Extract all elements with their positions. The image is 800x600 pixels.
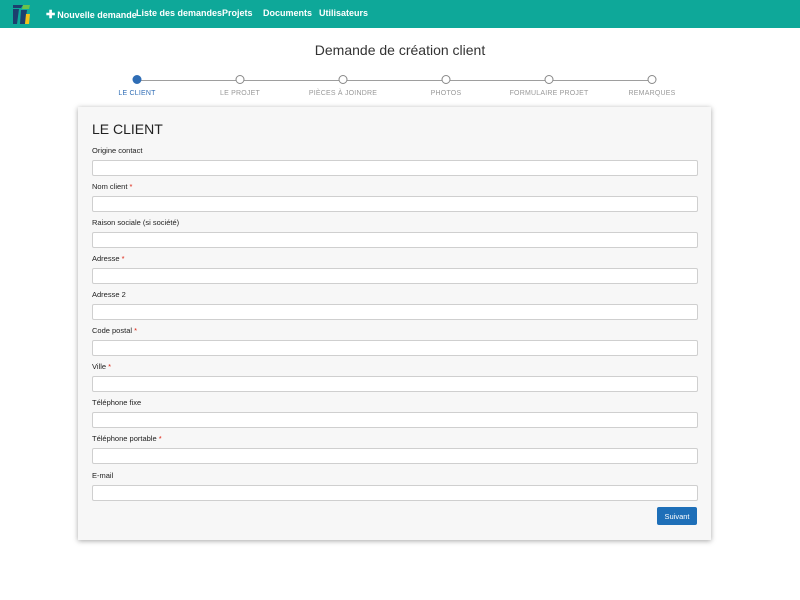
form-section-title: LE CLIENT — [92, 121, 163, 137]
nav-users[interactable]: Utilisateurs — [319, 8, 368, 18]
step-dot-remarks[interactable] — [647, 75, 657, 84]
origin-contact-input[interactable] — [92, 160, 698, 176]
nav-request-list[interactable]: Liste des demandes — [136, 8, 222, 18]
required-marker: * — [108, 362, 112, 371]
client-name-input[interactable] — [92, 196, 698, 212]
app-logo-icon[interactable] — [11, 5, 31, 24]
step-label-project-form[interactable]: FORMULAIRE PROJET — [510, 90, 589, 97]
required-marker: * — [158, 434, 162, 443]
required-marker: * — [129, 182, 133, 191]
email-label: E-mail — [92, 471, 114, 480]
landline-label: Téléphone fixe — [92, 398, 142, 407]
email-input[interactable] — [92, 485, 698, 501]
next-button[interactable]: Suivant — [657, 507, 697, 525]
postal-code-input[interactable] — [92, 340, 698, 356]
page-title: Demande de création client — [314, 42, 486, 58]
step-label-remarks[interactable]: REMARQUES — [629, 90, 676, 97]
mobile-input[interactable] — [92, 448, 698, 464]
required-marker: * — [134, 326, 138, 335]
nav-documents[interactable]: Documents — [263, 8, 312, 18]
step-dot-attachments[interactable] — [338, 75, 348, 84]
postal-code-label: Code postal * — [92, 326, 138, 335]
stepper-line — [137, 79, 652, 81]
city-input[interactable] — [92, 376, 698, 392]
mobile-label: Téléphone portable * — [92, 434, 162, 443]
wizard-stepper: LE CLIENT LE PROJET PIÈCES À JOINDRE PHO… — [0, 74, 800, 104]
step-dot-project-form[interactable] — [544, 75, 554, 84]
nav-new-request[interactable]: ✚ Nouvelle demande — [46, 8, 137, 21]
step-dot-photos[interactable] — [441, 75, 451, 84]
address-input[interactable] — [92, 268, 698, 284]
required-marker: * — [121, 254, 125, 263]
step-dot-project[interactable] — [235, 75, 245, 84]
company-name-input[interactable] — [92, 232, 698, 248]
step-label-attachments[interactable]: PIÈCES À JOINDRE — [309, 90, 377, 97]
company-name-label: Raison sociale (si société) — [92, 218, 180, 227]
address-label: Adresse * — [92, 254, 125, 263]
address2-label: Adresse 2 — [92, 290, 126, 299]
step-dot-client[interactable] — [132, 75, 142, 84]
client-name-label: Nom client * — [92, 182, 133, 191]
city-label: Ville * — [92, 362, 112, 371]
plus-icon: ✚ — [46, 9, 56, 21]
step-label-client[interactable]: LE CLIENT — [118, 90, 155, 97]
step-label-project[interactable]: LE PROJET — [220, 90, 260, 97]
origin-contact-label: Origine contact — [92, 146, 143, 155]
step-label-photos[interactable]: PHOTOS — [431, 90, 462, 97]
address2-input[interactable] — [92, 304, 698, 320]
client-form-card: LE CLIENT Origine contact Nom client * R… — [78, 107, 711, 540]
top-navbar: ✚ Nouvelle demande Liste des demandes Pro… — [0, 0, 800, 28]
landline-input[interactable] — [92, 412, 698, 428]
nav-projects[interactable]: Projets — [222, 8, 253, 18]
